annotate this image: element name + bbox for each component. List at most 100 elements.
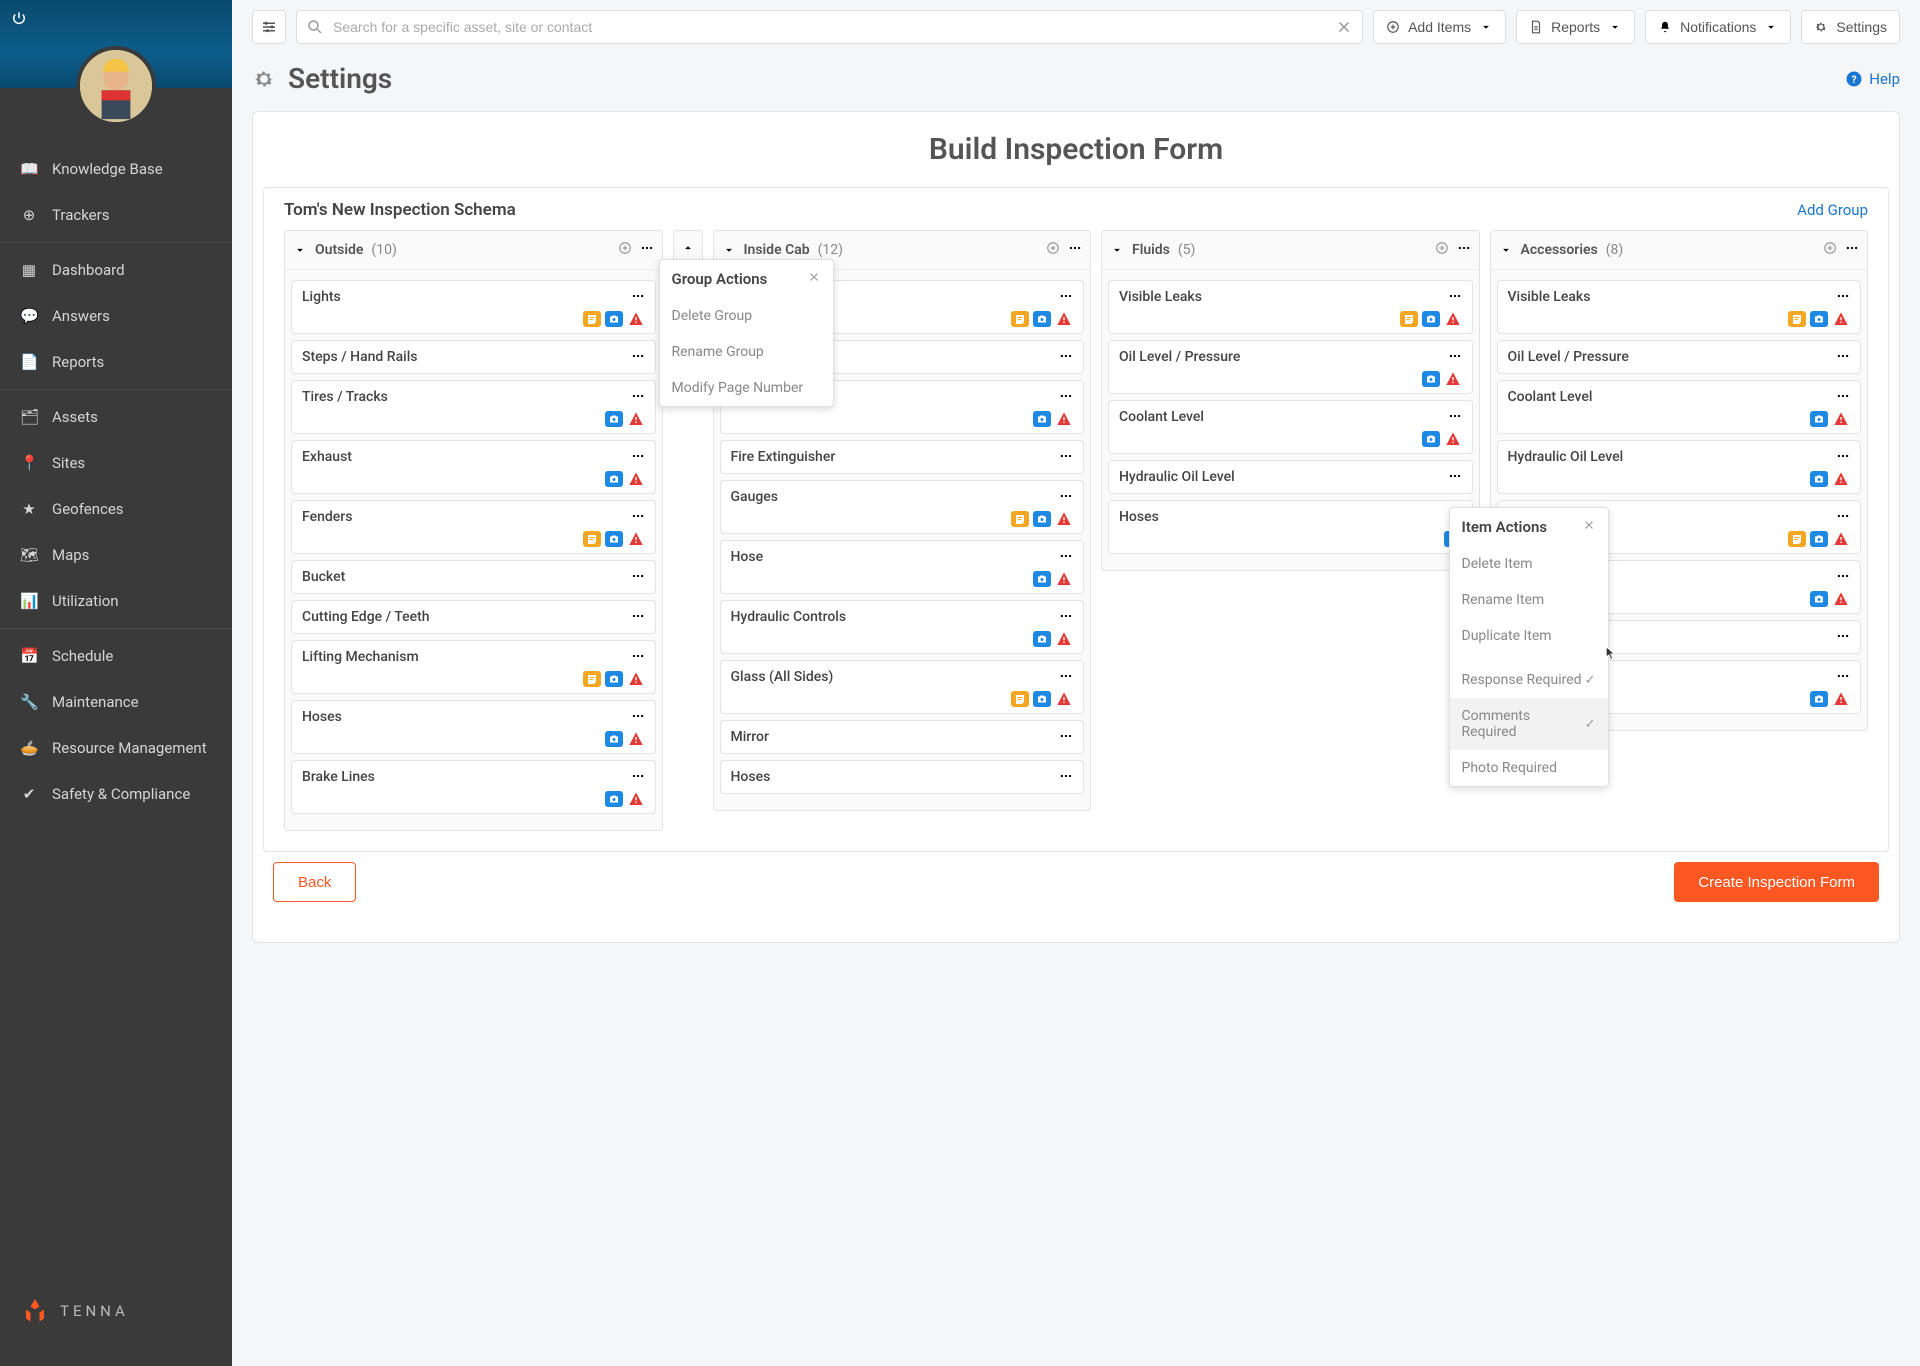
item-menu-button[interactable] (631, 449, 645, 467)
inspection-item[interactable]: Visible Leaks (1497, 280, 1862, 334)
modify-page-option[interactable]: Modify Page Number (660, 370, 833, 406)
notifications-button[interactable]: Notifications (1645, 10, 1791, 44)
close-icon[interactable] (807, 270, 821, 288)
duplicate-item-option[interactable]: Duplicate Item (1450, 618, 1608, 654)
item-menu-button[interactable] (1059, 769, 1073, 787)
add-group-link[interactable]: Add Group (1797, 201, 1868, 219)
avatar[interactable] (76, 46, 156, 126)
item-menu-button[interactable] (631, 649, 645, 667)
settings-button[interactable]: Settings (1801, 10, 1900, 44)
item-menu-button[interactable] (1059, 729, 1073, 747)
inspection-item[interactable]: Hoses (1108, 500, 1473, 554)
column-menu-button[interactable] (1457, 241, 1471, 259)
item-menu-button[interactable] (631, 609, 645, 627)
item-menu-button[interactable] (1448, 409, 1462, 427)
item-menu-button[interactable] (631, 289, 645, 307)
item-menu-button[interactable] (1836, 509, 1850, 527)
inspection-item[interactable]: Steps / Hand Rails (291, 340, 656, 374)
sidebar-item-answers[interactable]: 💬Answers (0, 293, 232, 339)
inspection-item[interactable]: Hydraulic Controls (720, 600, 1085, 654)
response-required-option[interactable]: Response Required✓ (1450, 662, 1608, 698)
column-add-button[interactable] (1823, 241, 1837, 259)
inspection-item[interactable]: Gauges (720, 480, 1085, 534)
item-menu-button[interactable] (1059, 449, 1073, 467)
sidebar-item-safety-compliance[interactable]: ✔Safety & Compliance (0, 771, 232, 817)
sidebar-item-utilization[interactable]: 📊Utilization (0, 578, 232, 624)
item-menu-button[interactable] (1448, 289, 1462, 307)
sidebar-item-sites[interactable]: 📍Sites (0, 440, 232, 486)
sidebar-item-dashboard[interactable]: ▦Dashboard (0, 247, 232, 293)
filter-button[interactable] (252, 10, 286, 44)
inspection-item[interactable]: Fire Extinguisher (720, 440, 1085, 474)
chevron-down-icon[interactable] (1499, 243, 1513, 257)
sidebar-item-schedule[interactable]: 📅Schedule (0, 633, 232, 679)
back-button[interactable]: Back (273, 862, 356, 902)
inspection-item[interactable]: Visible Leaks (1108, 280, 1473, 334)
inspection-item[interactable]: Lifting Mechanism (291, 640, 656, 694)
item-menu-button[interactable] (1059, 489, 1073, 507)
sidebar-item-maintenance[interactable]: 🔧Maintenance (0, 679, 232, 725)
sidebar-item-trackers[interactable]: ⊕Trackers (0, 192, 232, 238)
chevron-down-icon[interactable] (1110, 243, 1124, 257)
add-items-button[interactable]: Add Items (1373, 10, 1506, 44)
inspection-item[interactable]: Hose (720, 540, 1085, 594)
rename-group-option[interactable]: Rename Group (660, 334, 833, 370)
column-menu-button[interactable] (640, 241, 654, 259)
column-menu-button[interactable] (1068, 241, 1082, 259)
item-menu-button[interactable] (1059, 389, 1073, 407)
column-menu-button[interactable] (1845, 241, 1859, 259)
item-menu-button[interactable] (1059, 609, 1073, 627)
inspection-item[interactable]: Hydraulic Oil Level (1497, 440, 1862, 494)
delete-group-option[interactable]: Delete Group (660, 298, 833, 334)
inspection-item[interactable]: Oil Level / Pressure (1108, 340, 1473, 394)
inspection-item[interactable]: Hydraulic Oil Level (1108, 460, 1473, 494)
item-menu-button[interactable] (631, 769, 645, 787)
sidebar-item-assets[interactable]: 🗂Assets (0, 394, 232, 440)
inspection-item[interactable]: Tires / Tracks (291, 380, 656, 434)
item-menu-button[interactable] (1059, 289, 1073, 307)
inspection-item[interactable]: Hoses (720, 760, 1085, 794)
inspection-item[interactable]: Bucket (291, 560, 656, 594)
comments-required-option[interactable]: Comments Required✓ (1450, 698, 1608, 750)
delete-item-option[interactable]: Delete Item (1450, 546, 1608, 582)
item-menu-button[interactable] (631, 569, 645, 587)
close-icon[interactable] (1582, 518, 1596, 536)
column-add-button[interactable] (1046, 241, 1060, 259)
item-menu-button[interactable] (1059, 669, 1073, 687)
inspection-item[interactable]: Exhaust (291, 440, 656, 494)
column-add-button[interactable] (618, 241, 632, 259)
inspection-item[interactable]: Oil Level / Pressure (1497, 340, 1862, 374)
reports-button[interactable]: Reports (1516, 10, 1635, 44)
chevron-down-icon[interactable] (293, 243, 307, 257)
item-menu-button[interactable] (1059, 549, 1073, 567)
search-input[interactable] (296, 10, 1363, 44)
item-menu-button[interactable] (1448, 469, 1462, 487)
inspection-item[interactable]: Coolant Level (1108, 400, 1473, 454)
create-button[interactable]: Create Inspection Form (1674, 862, 1879, 902)
item-menu-button[interactable] (1836, 449, 1850, 467)
inspection-item[interactable]: Brake Lines (291, 760, 656, 814)
inspection-item[interactable]: Cutting Edge / Teeth (291, 600, 656, 634)
inspection-item[interactable]: Fenders (291, 500, 656, 554)
item-menu-button[interactable] (1836, 289, 1850, 307)
item-menu-button[interactable] (631, 349, 645, 367)
power-icon[interactable] (10, 10, 28, 32)
item-menu-button[interactable] (1059, 349, 1073, 367)
sidebar-item-maps[interactable]: 🗺Maps (0, 532, 232, 578)
item-menu-button[interactable] (1836, 349, 1850, 367)
sidebar-item-knowledge-base[interactable]: 📖Knowledge Base (0, 146, 232, 192)
photo-required-option[interactable]: Photo Required (1450, 750, 1608, 786)
inspection-item[interactable]: Hoses (291, 700, 656, 754)
inspection-item[interactable]: Coolant Level (1497, 380, 1862, 434)
item-menu-button[interactable] (1448, 349, 1462, 367)
chevron-down-icon[interactable] (722, 243, 736, 257)
item-menu-button[interactable] (1836, 389, 1850, 407)
item-menu-button[interactable] (1836, 669, 1850, 687)
inspection-item[interactable]: Mirror (720, 720, 1085, 754)
inspection-item[interactable]: Glass (All Sides) (720, 660, 1085, 714)
item-menu-button[interactable] (631, 709, 645, 727)
sidebar-item-reports[interactable]: 📄Reports (0, 339, 232, 385)
item-menu-button[interactable] (1836, 569, 1850, 587)
column-add-button[interactable] (1435, 241, 1449, 259)
sidebar-item-resource-management[interactable]: 🥧Resource Management (0, 725, 232, 771)
